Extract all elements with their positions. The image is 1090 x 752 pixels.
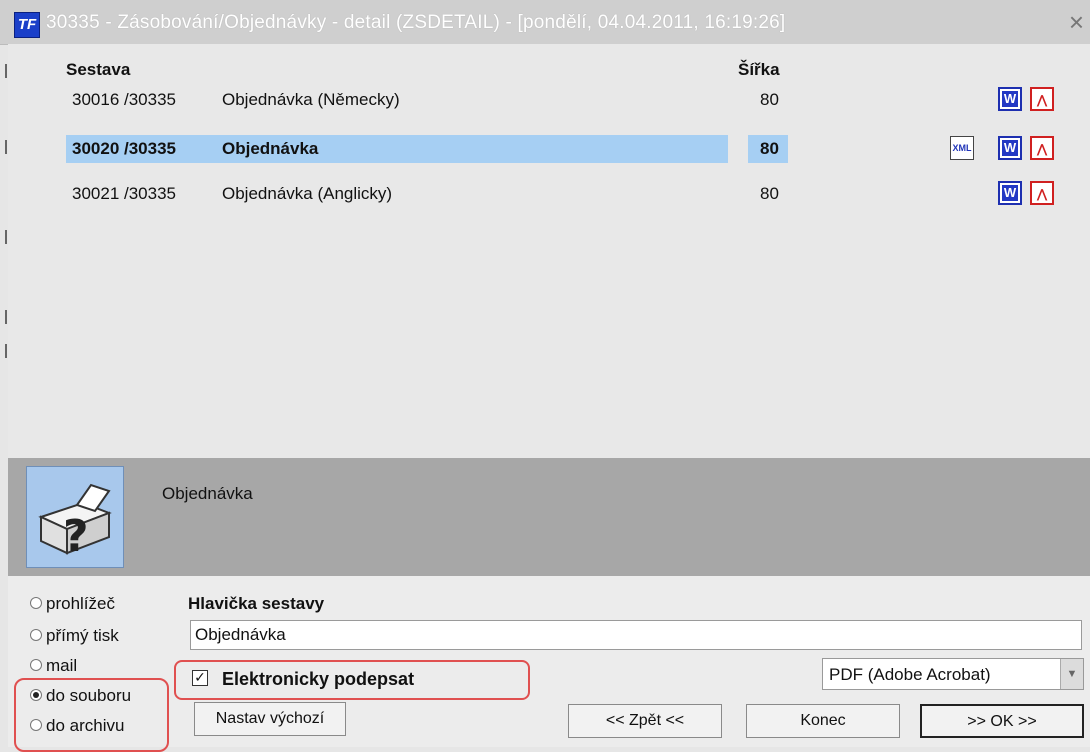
report-code: 30020 /30335 (72, 139, 176, 158)
end-button[interactable]: Konec (746, 704, 900, 738)
printer-help-icon: ? (38, 483, 112, 562)
chevron-down-icon[interactable]: ▼ (1060, 659, 1083, 689)
column-header-sestava[interactable]: Sestava (66, 60, 130, 80)
ok-button[interactable]: >> OK >> (920, 704, 1084, 738)
header-field-label: Hlavička sestavy (188, 594, 325, 613)
radio-circle-icon (30, 658, 42, 671)
radio-mail[interactable]: mail (30, 656, 77, 676)
report-info-panel: ? Objednávka (8, 458, 1090, 576)
report-code: 30021 /30335 (72, 184, 176, 203)
report-description: Objednávka (162, 484, 253, 503)
column-header-sirka[interactable]: Šířka (738, 60, 780, 80)
title-bar: TF 30335 - Zásobování/Objednávky - detai… (0, 0, 1090, 45)
report-width: 80 (760, 184, 779, 203)
pdf-icon[interactable]: ⋀ (1030, 136, 1054, 160)
set-default-button[interactable]: Nastav výchozí (194, 702, 346, 736)
radio-circle-icon (30, 628, 42, 641)
report-name: Objednávka (Německy) (222, 90, 400, 109)
radio-prohlizec[interactable]: prohlížeč (30, 594, 115, 614)
pdf-icon[interactable]: ⋀ (1030, 181, 1054, 205)
report-width: 80 (760, 90, 779, 109)
sign-checkbox[interactable]: ✓ (192, 670, 208, 686)
format-select-value: PDF (Adobe Acrobat) (829, 665, 991, 684)
highlight-ring-sign: ✓ Elektronicky podepsat (174, 660, 530, 700)
app-logo-icon: TF (14, 12, 40, 38)
back-button[interactable]: << Zpět << (568, 704, 722, 738)
window-title: 30335 - Zásobování/Objednávky - detail (… (46, 12, 786, 33)
xml-icon[interactable]: XML (950, 136, 974, 160)
report-row-selected[interactable]: 30020 /30335 Objednávka 80 XML W ⋀ (8, 132, 1090, 166)
word-icon[interactable]: W (998, 181, 1022, 205)
report-code: 30016 /30335 (72, 90, 176, 109)
printer-help-button[interactable]: ? (26, 466, 124, 568)
report-width: 80 (760, 139, 779, 158)
report-list: Sestava Šířka 30016 /30335 Objednávka (N… (8, 44, 1090, 458)
report-row[interactable]: 30016 /30335 Objednávka (Německy) 80 W ⋀ (8, 83, 1090, 117)
word-icon[interactable]: W (998, 136, 1022, 160)
report-header-input[interactable]: Objednávka (190, 620, 1082, 650)
report-name: Objednávka (222, 139, 319, 158)
output-options-panel: prohlížeč přímý tisk mail do souboru do … (8, 576, 1090, 752)
word-icon[interactable]: W (998, 87, 1022, 111)
highlight-ring-radio (14, 678, 169, 752)
report-row[interactable]: 30021 /30335 Objednávka (Anglicky) 80 W … (8, 177, 1090, 211)
sign-checkbox-label[interactable]: Elektronicky podepsat (222, 669, 414, 690)
radio-circle-icon (30, 596, 42, 609)
radio-primy-tisk[interactable]: přímý tisk (30, 626, 119, 646)
report-name: Objednávka (Anglicky) (222, 184, 393, 203)
pdf-icon[interactable]: ⋀ (1030, 87, 1054, 111)
left-border-marks (0, 44, 8, 454)
svg-text:?: ? (63, 511, 89, 562)
format-select[interactable]: PDF (Adobe Acrobat) ▼ (822, 658, 1084, 690)
close-icon[interactable]: × (1069, 9, 1084, 35)
